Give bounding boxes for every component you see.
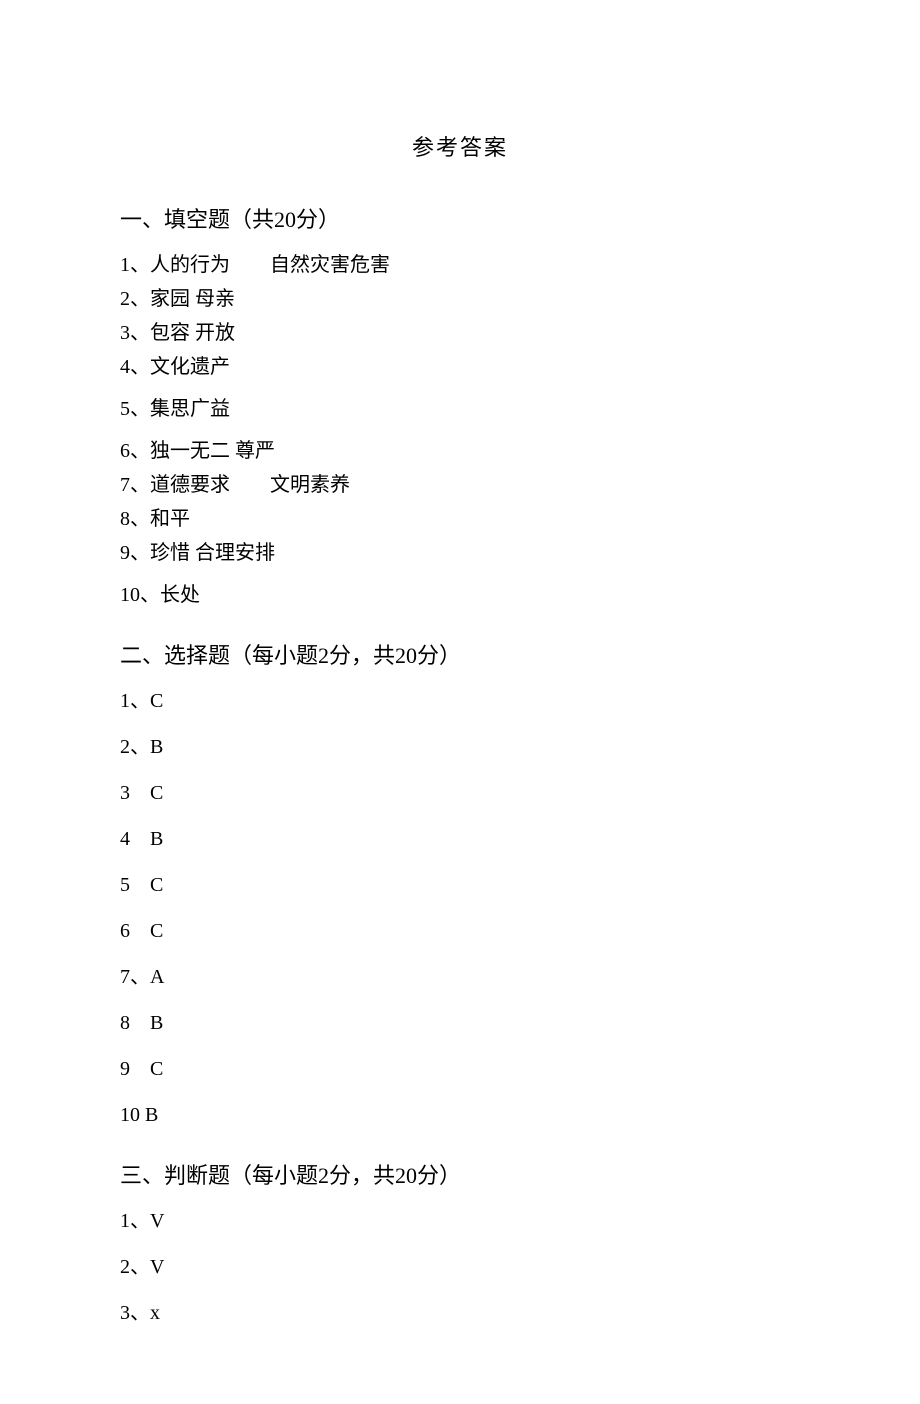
choice-answer-item: 9 C — [120, 1054, 800, 1084]
fill-answer-item: 1、人的行为 自然灾害危害 — [120, 250, 800, 280]
judge-answer-item: 1、V — [120, 1206, 800, 1236]
section-heading-judge: 三、判断题（每小题2分，共20分） — [120, 1158, 800, 1190]
page-title: 参考答案 — [120, 130, 800, 162]
section-heading-fill: 一、填空题（共20分） — [120, 202, 800, 234]
choice-answer-item: 10 B — [120, 1100, 800, 1130]
choice-answer-item: 1、C — [120, 686, 800, 716]
fill-answer-item: 2、家园 母亲 — [120, 284, 800, 314]
section-heading-choice: 二、选择题（每小题2分，共20分） — [120, 638, 800, 670]
choice-answer-item: 2、B — [120, 732, 800, 762]
fill-answer-item: 10、长处 — [120, 580, 800, 610]
choice-answer-item: 7、A — [120, 962, 800, 992]
fill-answer-item: 5、集思广益 — [120, 394, 800, 424]
fill-answer-item: 9、珍惜 合理安排 — [120, 538, 800, 568]
fill-answer-item: 4、文化遗产 — [120, 352, 800, 382]
fill-answer-item: 6、独一无二 尊严 — [120, 436, 800, 466]
fill-answer-item: 7、道德要求 文明素养 — [120, 470, 800, 500]
fill-answer-item: 8、和平 — [120, 504, 800, 534]
judge-answer-item: 2、V — [120, 1252, 800, 1282]
choice-answer-item: 4 B — [120, 824, 800, 854]
choice-answer-item: 3 C — [120, 778, 800, 808]
choice-answer-item: 5 C — [120, 870, 800, 900]
choice-answer-item: 6 C — [120, 916, 800, 946]
choice-answer-item: 8 B — [120, 1008, 800, 1038]
fill-answer-item: 3、包容 开放 — [120, 318, 800, 348]
